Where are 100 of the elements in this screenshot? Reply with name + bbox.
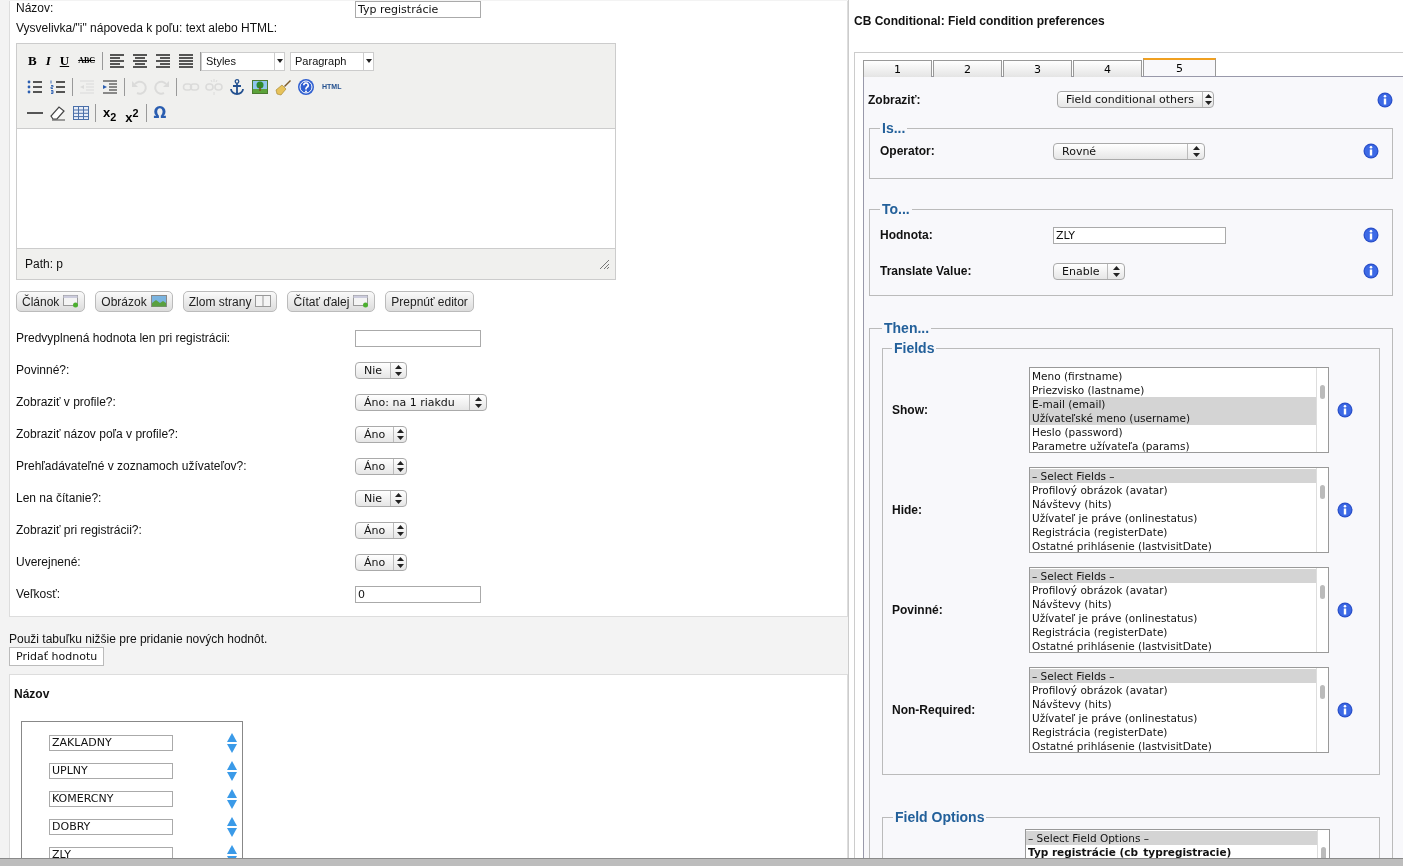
list-option[interactable]: Návštevy (hits) [1030, 597, 1316, 611]
info-icon[interactable] [1337, 502, 1353, 518]
table-icon[interactable] [72, 104, 90, 122]
dropdown-select[interactable]: Nie [355, 489, 407, 507]
list-option[interactable]: Priezvisko (lastname) [1030, 383, 1316, 397]
editor-button[interactable]: Obrázok [95, 291, 173, 312]
tab[interactable]: 4 [1073, 60, 1142, 77]
underline-button[interactable]: U [57, 52, 72, 70]
list-option[interactable]: Ostatné prihlásenie (lastvisitDate) [1030, 639, 1316, 652]
list-option[interactable]: Parametre užívateľa (params) [1030, 439, 1316, 452]
list-option[interactable]: Profilový obrázok (avatar) [1030, 583, 1316, 597]
tab[interactable]: 3 [1003, 60, 1072, 77]
text-field[interactable]: 0 [355, 585, 481, 603]
sort-arrows-icon[interactable] [227, 789, 237, 809]
script-button[interactable]: x$^{2}$ [123, 104, 141, 122]
bold-button[interactable]: B [26, 52, 39, 70]
dropdown-select[interactable]: Áno [355, 553, 407, 571]
indent-icon[interactable] [101, 78, 119, 96]
list-option[interactable]: Profilový obrázok (avatar) [1030, 483, 1316, 497]
list-option[interactable]: Užívateľ je práve (onlinestatus) [1030, 611, 1316, 625]
value-field[interactable]: ZAKLADNY [49, 735, 173, 751]
info-icon[interactable] [1377, 91, 1393, 108]
dropdown-select[interactable]: Áno [355, 457, 407, 475]
list-option[interactable]: Užívateľ je práve (onlinestatus) [1030, 711, 1316, 725]
value-field[interactable]: DOBRY [49, 819, 173, 835]
help-icon[interactable] [297, 78, 315, 96]
scrollbar[interactable] [1316, 668, 1328, 752]
strikethrough-button[interactable]: ABC [76, 52, 97, 70]
list-option[interactable]: Návštevy (hits) [1030, 697, 1316, 711]
anchor-icon[interactable] [228, 78, 246, 96]
format-select[interactable]: Styles [201, 51, 285, 71]
editor-button[interactable]: Čítať ďalej [287, 291, 376, 312]
list-option[interactable]: Typ registrácie (cb_typregistracie) [1026, 845, 1317, 858]
sort-arrows-icon[interactable] [227, 817, 237, 837]
up-down-arrows-icon [396, 524, 404, 536]
scrollbar[interactable] [1316, 568, 1328, 652]
justify-icon[interactable] [177, 52, 195, 70]
add-value-button[interactable]: Pridať hodnotu [9, 647, 105, 666]
text-field[interactable] [355, 329, 481, 347]
tab[interactable]: 1 [863, 60, 932, 77]
list-option[interactable]: – Select Fields – [1030, 569, 1316, 583]
info-icon[interactable] [1363, 227, 1379, 243]
value-field[interactable]: KOMERCNY [49, 791, 173, 807]
bulleted-list-icon[interactable] [26, 78, 44, 96]
dropdown-select[interactable]: Nie [355, 361, 407, 379]
sort-arrows-icon[interactable] [227, 761, 237, 781]
translate-select[interactable]: Enable [1053, 262, 1125, 280]
list-option[interactable]: Užívateľ je práve (onlinestatus) [1030, 511, 1316, 525]
options-listbox[interactable]: – Select Field Options – Typ registrácie (cb_typregistracie) [1025, 829, 1330, 858]
image-icon[interactable] [251, 78, 269, 96]
numbered-list-icon[interactable] [49, 78, 67, 96]
fields-listbox[interactable]: – Select Fields – Profilový obrázok (avatar) Návštevy (hits) Užívateľ je práve (onlinestatus) Registrácia (registerDate) Ostatné prihlásenie (lastvisitDate) [1029, 467, 1329, 553]
list-option[interactable]: Registrácia (registerDate) [1030, 625, 1316, 639]
editor-button[interactable]: Prepnúť editor [385, 291, 474, 312]
list-option[interactable]: Ostatné prihlásenie (lastvisitDate) [1030, 739, 1316, 752]
italic-button[interactable]: I [43, 52, 53, 70]
fields-listbox[interactable]: Meno (firstname) Priezvisko (lastname) E-mail (email) Užívateľské meno (username) Heslo (password) Parametre užívateľa (params) [1029, 367, 1329, 453]
scrollbar[interactable] [1316, 468, 1328, 552]
scrollbar[interactable] [1316, 368, 1328, 452]
align-center-icon[interactable] [131, 52, 149, 70]
dropdown-select[interactable]: Áno: na 1 riakdu [355, 393, 487, 411]
list-option[interactable]: Registrácia (registerDate) [1030, 525, 1316, 539]
tab[interactable]: 5 [1143, 58, 1216, 76]
list-option[interactable]: Návštevy (hits) [1030, 497, 1316, 511]
list-option[interactable]: – Select Fields – [1030, 469, 1316, 483]
editor-button[interactable]: Článok [16, 291, 86, 312]
list-option[interactable]: Registrácia (registerDate) [1030, 725, 1316, 739]
list-option[interactable]: Meno (firstname) [1030, 369, 1316, 383]
fields-listbox[interactable]: – Select Fields – Profilový obrázok (avatar) Návštevy (hits) Užívateľ je práve (onlinestatus) Registrácia (registerDate) Ostatné prihlásenie (lastvisitDate) [1029, 667, 1329, 753]
align-right-icon[interactable] [154, 52, 172, 70]
list-option[interactable]: – Select Fields – [1030, 669, 1316, 683]
list-option[interactable]: Užívateľské meno (username) [1030, 411, 1316, 425]
resize-handle-icon[interactable] [599, 259, 609, 269]
list-option[interactable]: Profilový obrázok (avatar) [1030, 683, 1316, 697]
format-select[interactable]: Paragraph [290, 51, 374, 71]
eraser-icon[interactable] [49, 104, 67, 122]
name-field[interactable]: Typ registrácie [355, 1, 481, 18]
fields-listbox[interactable]: – Select Fields – Profilový obrázok (avatar) Návštevy (hits) Užívateľ je práve (onlinestatus) Registrácia (registerDate) Ostatné prihlásenie (lastvisitDate) [1029, 567, 1329, 653]
list-option[interactable]: Ostatné prihlásenie (lastvisitDate) [1030, 539, 1316, 552]
info-icon[interactable] [1337, 602, 1353, 618]
special-character-button[interactable]: Ω [151, 104, 169, 122]
tab[interactable]: 2 [933, 60, 1002, 77]
dropdown-select[interactable]: Áno [355, 425, 407, 443]
dropdown-select[interactable]: Áno [355, 521, 407, 539]
editor-button[interactable]: Zlom strany [182, 291, 278, 312]
list-option[interactable]: Heslo (password) [1030, 425, 1316, 439]
align-left-icon[interactable] [108, 52, 126, 70]
display-select[interactable]: Field conditional others [1057, 91, 1214, 108]
operator-select[interactable]: Rovné [1053, 142, 1205, 160]
list-option[interactable]: – Select Field Options – [1026, 831, 1317, 845]
info-icon[interactable] [1337, 402, 1353, 418]
value-field[interactable]: ZLY [49, 847, 173, 858]
script-button[interactable]: x$_{2}$ [101, 104, 119, 122]
info-icon[interactable] [1363, 263, 1379, 279]
list-option[interactable]: E-mail (email) [1030, 397, 1316, 411]
sort-arrows-icon[interactable] [227, 733, 237, 753]
info-icon[interactable] [1363, 143, 1379, 159]
value-field[interactable]: UPLNY [49, 763, 173, 779]
info-icon[interactable] [1337, 702, 1353, 718]
value-field[interactable]: ZLY [1053, 226, 1226, 244]
